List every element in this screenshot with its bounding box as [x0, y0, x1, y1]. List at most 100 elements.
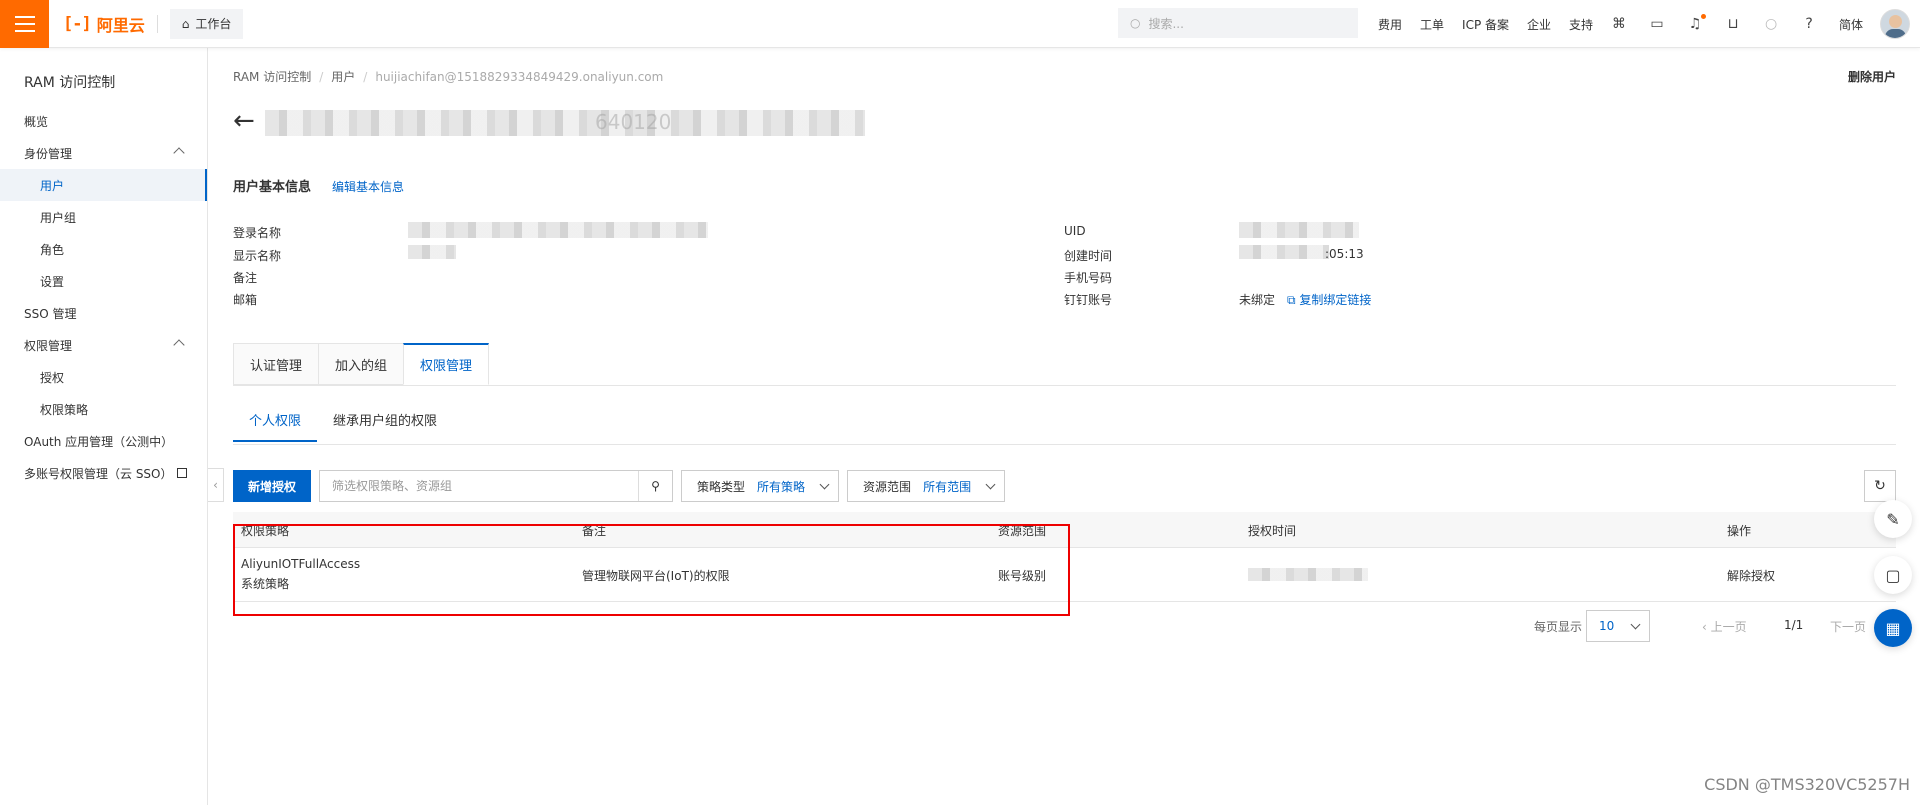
sidebar-item-label: 用户	[40, 178, 65, 193]
prev-page-button[interactable]: ‹ 上一页	[1702, 618, 1747, 635]
policy-scope: 账号级别	[998, 569, 1047, 583]
scope-select[interactable]: 资源范围 所有范围	[847, 470, 1006, 502]
sidebar-item-label: 概览	[24, 114, 49, 129]
scope-label: 资源范围	[863, 479, 912, 494]
delete-user-button[interactable]: 删除用户	[1848, 68, 1896, 85]
nav-billing[interactable]: 费用	[1378, 16, 1402, 33]
label-created-time: 创建时间	[1064, 249, 1113, 263]
col-grant-time: 授权时间	[1248, 524, 1297, 538]
sidebar-item-label: 多账号权限管理（云 SSO）	[24, 466, 173, 481]
scope-value: 所有范围	[923, 479, 972, 494]
policy-type-label: 策略类型	[697, 479, 746, 494]
subtab-inherited[interactable]: 继承用户组的权限	[317, 410, 453, 442]
page-indicator: 1/1	[1784, 618, 1804, 632]
prev-page-label: 上一页	[1710, 620, 1747, 634]
bulb-icon[interactable]: ○	[1763, 16, 1779, 32]
detail-tabs: 认证管理 加入的组 权限管理	[233, 343, 490, 385]
label-login-name: 登录名称	[233, 226, 282, 240]
terminal-icon[interactable]: ▭	[1649, 16, 1665, 32]
sidebar-item-label: SSO 管理	[24, 306, 77, 321]
basic-info-title: 用户基本信息	[233, 180, 312, 195]
next-page-button[interactable]: 下一页	[1830, 618, 1866, 635]
workbench-button[interactable]: ⌂ 工作台	[169, 8, 244, 39]
tab-permissions[interactable]: 权限管理	[403, 343, 490, 385]
tab-divider	[233, 385, 1896, 386]
sidebar-item-sso[interactable]: SSO 管理	[0, 297, 207, 329]
breadcrumb-separator: /	[319, 69, 324, 84]
add-grant-button[interactable]: 新增授权	[233, 470, 312, 502]
sidebar-item-settings[interactable]: 设置	[0, 265, 207, 297]
policy-type: 系统策略	[241, 577, 290, 591]
sidebar-item-label: 权限管理	[24, 338, 73, 353]
help-icon[interactable]: ?	[1801, 16, 1817, 32]
sidebar-item-identity[interactable]: 身份管理	[0, 137, 207, 169]
cart-icon[interactable]: ⊔	[1725, 16, 1741, 32]
created-time-fragment: :05:13	[1325, 247, 1364, 261]
col-policy: 权限策略	[241, 524, 290, 538]
sidebar-item-overview[interactable]: 概览	[0, 105, 207, 137]
sidebar-item-oauth[interactable]: OAuth 应用管理（公测中）	[0, 425, 207, 457]
sidebar-item-label: 用户组	[40, 210, 77, 225]
bell-icon[interactable]: ♫	[1687, 14, 1707, 32]
copy-icon: ⧉	[1287, 293, 1300, 307]
label-remark: 备注	[233, 271, 258, 285]
breadcrumb-users[interactable]: 用户	[331, 68, 355, 85]
aliyun-logo[interactable]: [-] 阿里云	[63, 12, 145, 36]
subtab-personal[interactable]: 个人权限	[233, 410, 318, 442]
sidebar-item-roles[interactable]: 角色	[0, 233, 207, 265]
nav-enterprise[interactable]: 企业	[1527, 16, 1551, 33]
edit-basic-info-link[interactable]: 编辑基本信息	[332, 178, 404, 195]
sidebar-item-label: 设置	[40, 274, 65, 289]
chat-icon[interactable]: ▢	[1874, 556, 1912, 594]
logo-text: 阿里云	[96, 15, 145, 35]
search-input[interactable]: ○ 搜索...	[1118, 8, 1358, 38]
avatar[interactable]	[1880, 9, 1910, 39]
refresh-icon[interactable]: ↻	[1864, 470, 1896, 502]
sidebar-item-permissions[interactable]: 权限管理	[0, 329, 207, 361]
chevron-up-icon	[173, 339, 185, 351]
table-header: 权限策略 备注 资源范围 授权时间 操作	[233, 512, 1896, 548]
sidebar-title: RAM 访问控制	[24, 75, 116, 91]
nav-icp[interactable]: ICP 备案	[1462, 16, 1509, 33]
sidebar-item-label: 授权	[40, 370, 65, 385]
per-page-select[interactable]: 10	[1586, 610, 1650, 642]
page-title-redacted: 640120	[265, 110, 865, 136]
menu-icon[interactable]	[0, 0, 49, 48]
sidebar-item-policies[interactable]: 权限策略	[0, 393, 207, 425]
sidebar-item-cloud-sso[interactable]: 多账号权限管理（云 SSO）	[0, 457, 207, 489]
copy-bind-link[interactable]: ⧉ 复制绑定链接	[1287, 291, 1371, 308]
login-name-redacted	[408, 222, 708, 238]
tab-auth[interactable]: 认证管理	[233, 343, 319, 385]
breadcrumb-ram[interactable]: RAM 访问控制	[233, 68, 311, 85]
breadcrumb-current: huijiachifan@1518829334849429.onaliyun.c…	[375, 69, 664, 84]
filter-input[interactable]	[320, 471, 639, 501]
tab-groups[interactable]: 加入的组	[318, 343, 404, 385]
chevron-down-icon	[1630, 619, 1641, 629]
nav-ticket[interactable]: 工单	[1420, 16, 1444, 33]
sidebar-item-label: 身份管理	[24, 146, 73, 161]
sidebar-item-users[interactable]: 用户	[0, 169, 207, 201]
workbench-label: 工作台	[195, 17, 232, 31]
search-icon[interactable]: ⚲	[638, 471, 672, 501]
sidebar-item-label: OAuth 应用管理（公测中）	[24, 434, 174, 449]
code-icon[interactable]: ⌘	[1611, 16, 1627, 32]
lang-switch[interactable]: 简体	[1839, 16, 1863, 33]
label-phone: 手机号码	[1064, 271, 1113, 285]
nav-support[interactable]: 支持	[1569, 16, 1593, 33]
watermark: CSDN @TMS320VC5257H	[1704, 775, 1910, 794]
policy-type-select[interactable]: 策略类型 所有策略	[681, 470, 840, 502]
policy-name-link[interactable]: AliyunIOTFullAccess	[241, 557, 360, 571]
sidebar-item-groups[interactable]: 用户组	[0, 201, 207, 233]
label-display-name: 显示名称	[233, 249, 282, 263]
apps-grid-icon[interactable]: ▦	[1874, 609, 1912, 647]
breadcrumb: RAM 访问控制 / 用户 / huijiachifan@15188293348…	[233, 68, 663, 85]
copy-bind-link-label: 复制绑定链接	[1299, 293, 1372, 307]
search-placeholder: 搜索...	[1148, 16, 1184, 31]
sidebar-item-grants[interactable]: 授权	[0, 361, 207, 393]
revoke-grant-link[interactable]: 解除授权	[1727, 567, 1775, 584]
toolbar: 新增授权 ⚲ 策略类型 所有策略 资源范围 所有范围	[233, 470, 1006, 502]
page-title-fragment: 640120	[595, 110, 672, 134]
chevron-left-icon: ‹	[1702, 620, 1711, 634]
edit-icon[interactable]: ✎	[1874, 500, 1912, 538]
back-arrow-icon[interactable]: ←	[233, 108, 255, 134]
